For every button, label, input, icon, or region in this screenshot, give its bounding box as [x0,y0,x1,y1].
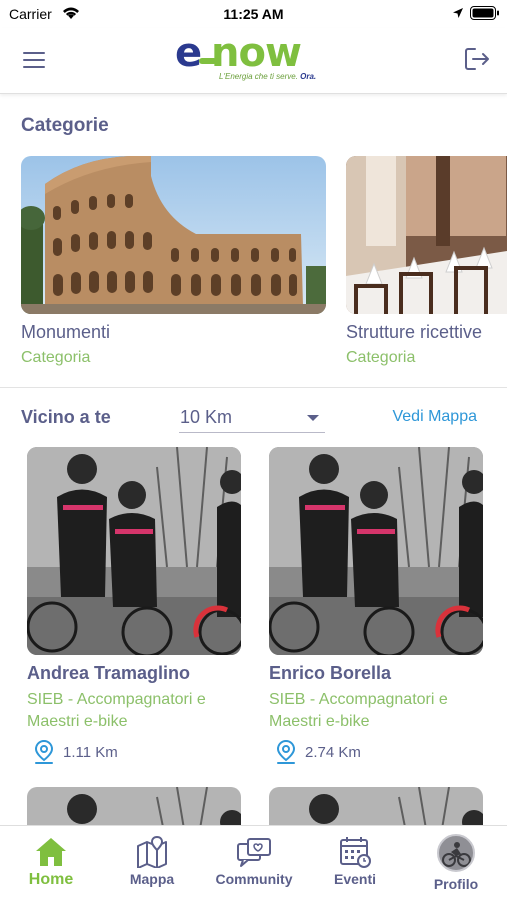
logout-icon[interactable] [463,45,491,73]
cyclists-photo [27,447,241,655]
tab-community[interactable]: Community [204,826,304,900]
nearby-distance-row: 2.74 Km [269,739,483,765]
nearby-card-partial[interactable] [269,787,483,825]
colosseum-image [21,156,326,314]
tab-profilo[interactable]: Profilo [406,826,506,900]
nearby-distance: 1.11 Km [63,743,118,761]
community-icon [237,838,271,867]
nearby-category: SIEB - Accompagnatori e Maestri e-bike [269,691,448,730]
tab-label: Eventi [333,871,376,887]
logo-now-text: now [211,30,302,76]
tagline-bold: Ora. [300,72,317,81]
location-arrow-icon [453,8,463,18]
dropdown-arrow-icon [307,415,319,421]
category-name: Strutture ricettive [346,322,483,342]
menu-icon[interactable] [22,48,48,72]
tab-label: Home [28,871,74,888]
tab-label: Profilo [433,876,479,892]
main-content: Categorie Monumenti Categoria Strutture … [0,95,507,825]
nearby-card-andrea-tramaglino[interactable]: Andrea Tramaglino SIEB - Accompagnatori … [27,447,241,765]
tab-label: Mappa [129,871,175,887]
app-header: e now L'Energia che ti serve. Ora. [0,28,507,94]
nearby-card-partial[interactable] [27,787,241,825]
tab-home[interactable]: Home [1,826,101,900]
nearby-category: SIEB - Accompagnatori e Maestri e-bike [27,691,206,730]
tab-label: Community [215,871,293,887]
status-time: 11:25 AM [223,6,284,22]
map-icon [137,836,167,868]
battery-icon [470,6,499,20]
restaurant-image [346,156,507,314]
nearby-card-enrico-borella[interactable]: Enrico Borella SIEB - Accompagnatori e M… [269,447,483,765]
nearby-name: Enrico Borella [269,663,392,683]
category-card-strutture-ricettive[interactable]: Strutture ricettive Categoria [346,156,507,367]
cyclists-photo [269,447,483,655]
logo-e-text: e [175,30,202,76]
nearby-distance: 2.74 Km [305,743,361,761]
nearby-title: Vicino a te [21,407,111,427]
tagline-main: L'Energia che ti serve. [219,72,298,81]
distance-dropdown[interactable]: 10 Km [179,405,325,433]
tab-eventi[interactable]: Eventi [305,826,405,900]
location-pin-icon [276,739,296,764]
view-map-link[interactable]: Vedi Mappa [392,408,477,426]
status-bar: Carrier 11:25 AM [0,0,507,28]
distance-value: 10 Km [180,407,233,427]
nearby-name: Andrea Tramaglino [27,663,191,683]
location-pin-icon [34,739,54,764]
category-name: Monumenti [21,322,111,342]
bottom-tab-bar: Home Mappa Community Eventi Profilo [0,825,507,900]
category-card-monumenti[interactable]: Monumenti Categoria [21,156,326,367]
category-subtitle: Categoria [346,349,416,366]
enow-logo: e now L'Energia che ti serve. Ora. [175,30,335,84]
categories-title: Categorie [21,115,109,136]
nearby-distance-row: 1.11 Km [27,739,241,765]
home-icon [36,838,66,866]
tab-mappa[interactable]: Mappa [102,826,202,900]
avatar [437,834,475,872]
section-divider [0,387,507,388]
calendar-icon [340,837,371,868]
logo-tagline: L'Energia che ti serve. Ora. [219,72,316,81]
category-subtitle: Categoria [21,349,91,366]
